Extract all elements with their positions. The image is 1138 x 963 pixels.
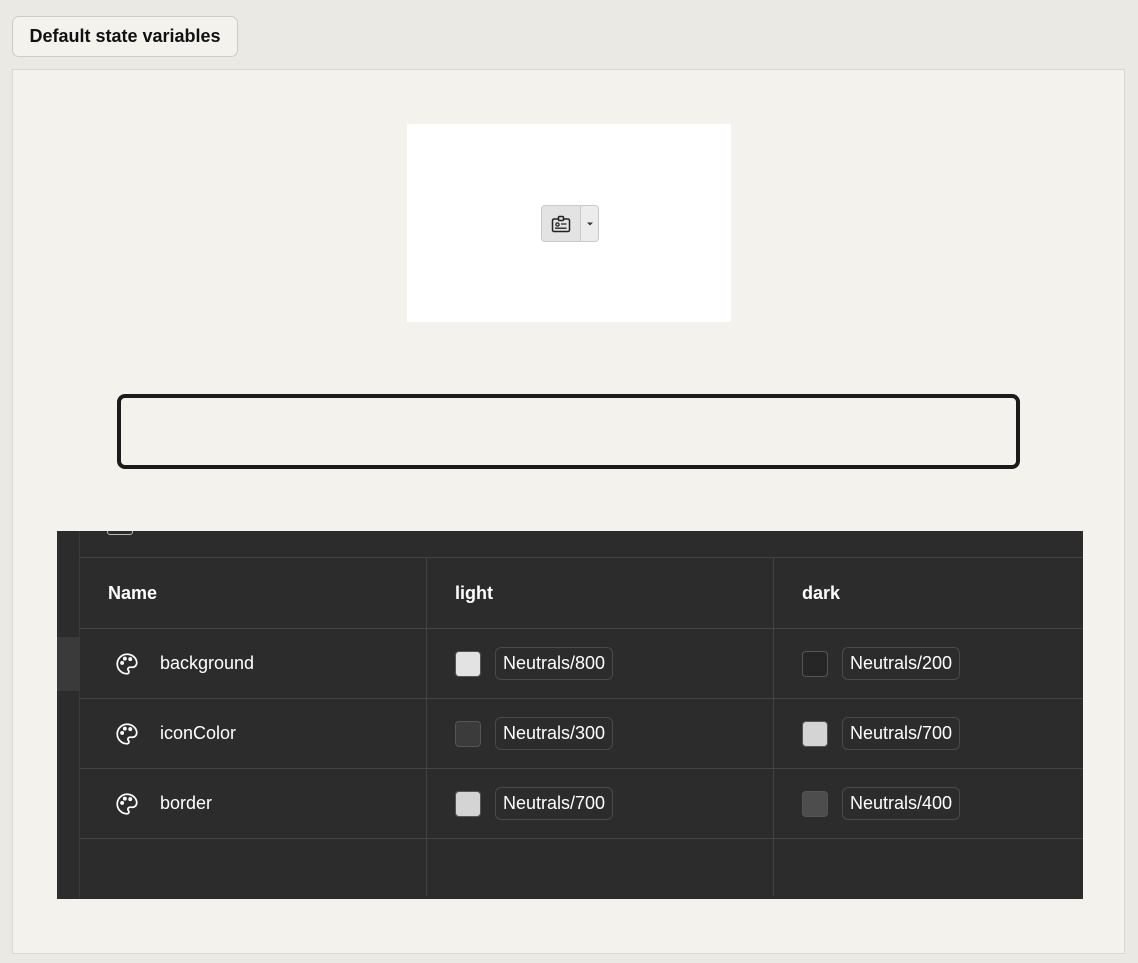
column-header-name: Name: [80, 558, 427, 629]
color-token-chip[interactable]: Neutrals/200: [842, 647, 961, 680]
split-button[interactable]: [541, 205, 599, 242]
color-token-chip[interactable]: Neutrals/700: [842, 717, 961, 750]
empty-cell: [774, 839, 1084, 897]
color-token-chip[interactable]: Neutrals/300: [495, 717, 614, 750]
focus-outline-box: [117, 394, 1020, 469]
light-value-cell: Neutrals/800: [426, 628, 774, 699]
palette-icon: [116, 652, 138, 675]
color-swatch[interactable]: [802, 790, 828, 817]
split-button-caret[interactable]: [581, 206, 598, 241]
table-row[interactable]: background Neutrals/800 Neutrals/200: [80, 628, 1083, 699]
color-token-chip[interactable]: Neutrals/400: [842, 787, 961, 820]
light-value-cell: Neutrals/300: [426, 698, 774, 769]
variable-name: background: [160, 653, 255, 673]
column-header-dark: dark: [773, 558, 1083, 629]
color-swatch[interactable]: [455, 650, 481, 677]
empty-row: [80, 838, 1084, 897]
component-preview: [407, 124, 731, 322]
variable-name: border: [160, 793, 213, 813]
palette-icon: [116, 722, 138, 745]
split-button-main[interactable]: [542, 206, 581, 241]
caret-down-icon: [586, 222, 593, 225]
default-state-variables-tab[interactable]: Default state variables: [12, 16, 238, 57]
variable-name-cell: background: [80, 628, 427, 699]
variable-name-cell: iconColor: [80, 698, 427, 769]
panel-gutter: [57, 531, 80, 899]
table-header-row: Name light dark: [80, 558, 1083, 629]
empty-cell: [426, 838, 774, 896]
color-token-chip[interactable]: Neutrals/700: [495, 787, 614, 820]
panel-toolbar: [79, 531, 1083, 558]
preview-panel: Name light dark background Neutrals/800 …: [12, 69, 1125, 954]
palette-icon: [116, 792, 138, 815]
empty-cell: [80, 838, 427, 896]
column-header-light: light: [426, 558, 774, 629]
dark-value-cell: Neutrals/200: [773, 628, 1083, 699]
dark-value-cell: Neutrals/400: [773, 768, 1083, 839]
color-token-chip[interactable]: Neutrals/800: [495, 647, 614, 680]
id-card-icon: [551, 215, 571, 232]
color-swatch[interactable]: [455, 790, 481, 817]
table-icon: [107, 531, 133, 535]
variables-table: Name light dark background Neutrals/800 …: [80, 558, 1083, 896]
dark-value-cell: Neutrals/700: [773, 698, 1083, 769]
color-swatch[interactable]: [802, 650, 828, 677]
variable-name-cell: border: [80, 768, 427, 839]
tab-label: Default state variables: [29, 26, 221, 46]
table-row[interactable]: border Neutrals/700 Neutrals/400: [80, 768, 1083, 839]
light-value-cell: Neutrals/700: [426, 768, 774, 839]
color-swatch[interactable]: [455, 720, 481, 747]
variable-name: iconColor: [160, 723, 237, 743]
variables-panel: Name light dark background Neutrals/800 …: [57, 531, 1083, 899]
table-row[interactable]: iconColor Neutrals/300 Neutrals/700: [80, 698, 1083, 769]
color-swatch[interactable]: [802, 720, 828, 747]
gutter-row-highlight: [57, 637, 79, 691]
